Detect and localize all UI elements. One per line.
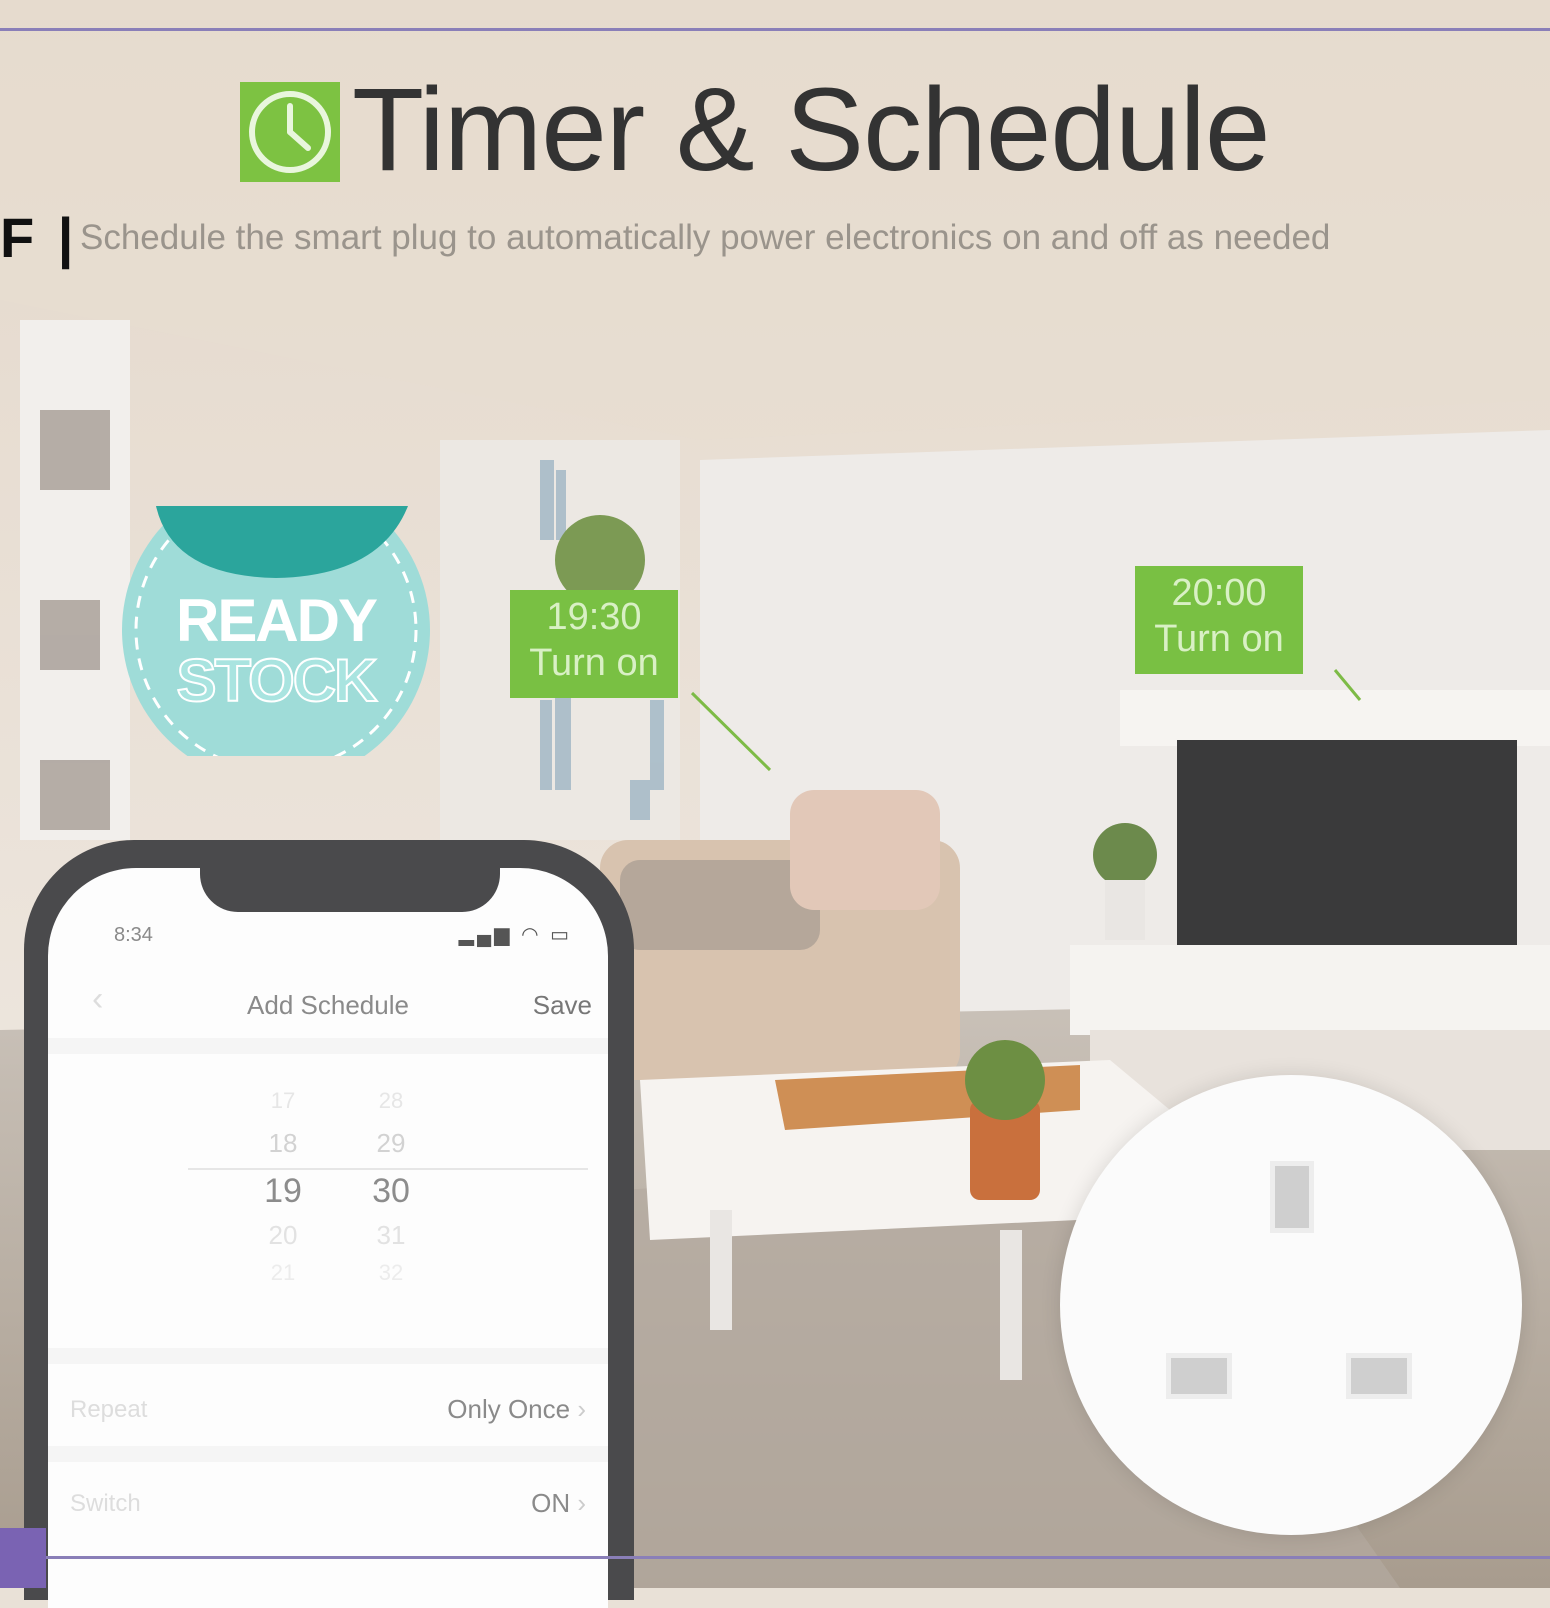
chevron-right-icon: › bbox=[577, 1394, 586, 1424]
picker-highlight-top bbox=[188, 1168, 588, 1170]
uk-socket-illustration bbox=[1060, 1075, 1522, 1535]
tag-action: Turn on bbox=[1154, 618, 1284, 660]
ready-stock-badge: READY STOCK bbox=[120, 476, 432, 784]
repeat-value: Only Once › bbox=[447, 1394, 586, 1424]
picker-hour[interactable]: 21 bbox=[248, 1260, 318, 1286]
bottom-divider bbox=[0, 1556, 1550, 1559]
tag-action: Turn on bbox=[529, 642, 659, 684]
picker-minute[interactable]: 32 bbox=[356, 1260, 426, 1286]
picker-hour[interactable]: 18 bbox=[248, 1128, 318, 1159]
repeat-row[interactable]: Repeat Only Once › bbox=[48, 1378, 608, 1438]
switch-row[interactable]: Switch ON › bbox=[48, 1472, 608, 1532]
repeat-label: Repeat bbox=[70, 1396, 148, 1423]
live-pin-slot bbox=[1166, 1353, 1232, 1399]
chevron-right-icon: › bbox=[577, 1488, 586, 1518]
earth-pin-slot bbox=[1270, 1161, 1314, 1233]
badge-line-stock: STOCK bbox=[176, 646, 379, 715]
picker-minute-selected[interactable]: 30 bbox=[356, 1172, 426, 1211]
signal-wifi-battery-icon: ▂▄▆ ◠ ▭ bbox=[458, 924, 572, 946]
status-time: 8:34 bbox=[114, 924, 153, 946]
page-title: Timer & Schedule bbox=[352, 64, 1270, 196]
switch-label: Switch bbox=[70, 1490, 141, 1517]
schedule-tag-tv: 20:00 Turn on bbox=[1135, 566, 1303, 674]
neutral-pin-slot bbox=[1346, 1353, 1412, 1399]
bottom-left-accent bbox=[0, 1528, 46, 1588]
phone-screen: 8:34 ▂▄▆ ◠ ▭ ‹ Add Schedule Save 17 18 1… bbox=[48, 868, 608, 1608]
picker-hour[interactable]: 17 bbox=[248, 1088, 318, 1114]
phone-mockup: 8:34 ▂▄▆ ◠ ▭ ‹ Add Schedule Save 17 18 1… bbox=[24, 840, 634, 1608]
page-subtitle: Schedule the smart plug to automatically… bbox=[80, 218, 1331, 257]
schedule-tag-lamp: 19:30 Turn on bbox=[510, 590, 678, 698]
picker-hour-selected[interactable]: 19 bbox=[248, 1172, 318, 1211]
badge-line-ready: READY bbox=[175, 587, 378, 654]
picker-minute[interactable]: 29 bbox=[356, 1128, 426, 1159]
save-button[interactable]: Save bbox=[533, 990, 592, 1021]
phone-notch bbox=[200, 868, 500, 912]
section-divider bbox=[48, 1038, 608, 1054]
picker-minute[interactable]: 31 bbox=[356, 1220, 426, 1251]
cropped-text-fragment: F | bbox=[0, 206, 78, 269]
picker-hour[interactable]: 20 bbox=[248, 1220, 318, 1251]
top-divider bbox=[0, 28, 1550, 31]
clock-icon bbox=[240, 82, 340, 182]
section-divider bbox=[48, 1446, 608, 1462]
picker-minute[interactable]: 28 bbox=[356, 1088, 426, 1114]
switch-value: ON › bbox=[531, 1488, 586, 1518]
tag-time: 19:30 bbox=[546, 596, 642, 638]
tag-time: 20:00 bbox=[1171, 572, 1267, 614]
section-divider bbox=[48, 1348, 608, 1364]
nav-title: Add Schedule bbox=[247, 990, 409, 1020]
time-picker[interactable]: 17 18 19 20 21 28 29 30 31 32 bbox=[168, 1088, 588, 1338]
